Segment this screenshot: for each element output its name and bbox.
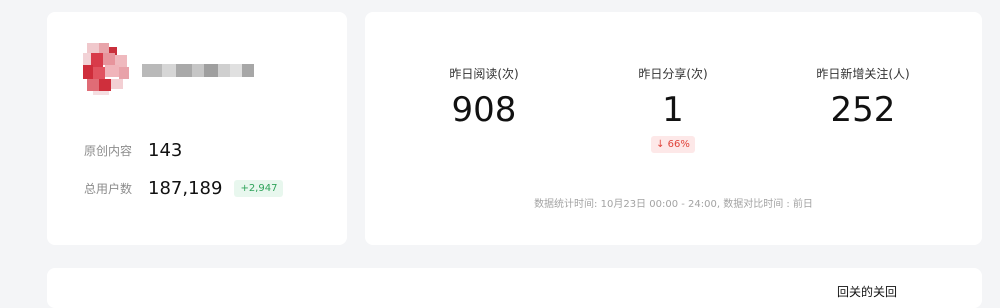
yesterday-stats-card: 昨日阅读(次) 908 昨日分享(次) 1 ↓ 66% 昨日新增关注(人) 25…	[365, 12, 982, 245]
total-users-value: 187,189	[148, 178, 223, 199]
total-users-label: 总用户数	[84, 182, 133, 196]
stat-follows-label: 昨日新增关注(人)	[816, 67, 910, 81]
account-profile-card: 原创内容 143 总用户数 187,189 +2,947	[47, 12, 347, 245]
total-users-delta-badge: +2,947	[234, 180, 284, 197]
total-users-row: 总用户数 187,189 +2,947	[84, 178, 284, 199]
original-content-row: 原创内容 143	[84, 140, 182, 161]
stat-shares-value: 1	[662, 90, 684, 130]
original-content-value: 143	[148, 140, 183, 161]
stat-shares-change-badge: ↓ 66%	[651, 136, 695, 153]
avatar[interactable]	[83, 43, 131, 95]
bottom-corner-text: 回关的关回	[837, 285, 898, 299]
stat-reads-label: 昨日阅读(次)	[449, 67, 519, 81]
stat-follows-value: 252	[830, 90, 896, 130]
original-content-label: 原创内容	[84, 144, 133, 158]
account-name-blurred	[142, 64, 254, 77]
stat-follows[interactable]: 昨日新增关注(人) 252	[763, 65, 963, 130]
stat-shares[interactable]: 昨日分享(次) 1 ↓ 66%	[573, 65, 773, 153]
stat-shares-label: 昨日分享(次)	[638, 67, 708, 81]
stats-time-note: 数据统计时间: 10月23日 00:00 - 24:00, 数据对比时间 : 前…	[534, 199, 813, 210]
stat-reads[interactable]: 昨日阅读(次) 908	[384, 65, 584, 130]
bottom-card: 回关的关回	[47, 268, 982, 308]
stat-reads-value: 908	[451, 90, 517, 130]
